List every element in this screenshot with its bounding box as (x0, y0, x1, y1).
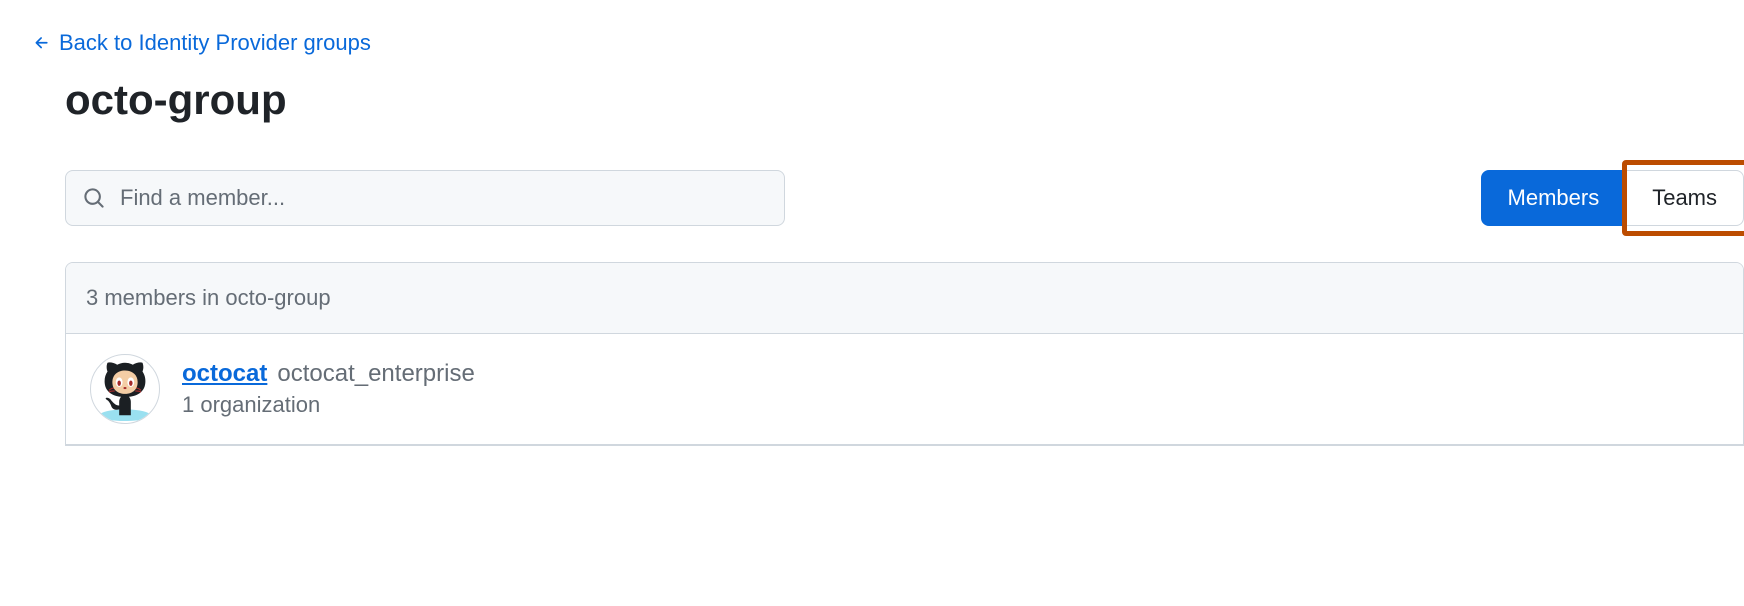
search-input[interactable] (65, 170, 785, 226)
controls-row: Members Teams (33, 170, 1744, 226)
member-meta: 1 organization (182, 392, 475, 418)
arrow-left-icon (33, 34, 51, 52)
tab-group: Members Teams (1481, 170, 1744, 226)
tab-teams[interactable]: Teams (1626, 170, 1744, 226)
member-fullname: octocat_enterprise (277, 360, 474, 388)
member-info: octocat octocat_enterprise 1 organizatio… (182, 360, 475, 418)
tab-members[interactable]: Members (1481, 170, 1627, 226)
search-icon (83, 187, 105, 209)
members-list: 3 members in octo-group oct (65, 262, 1744, 446)
list-header: 3 members in octo-group (66, 263, 1743, 334)
search-wrap (65, 170, 785, 226)
back-link[interactable]: Back to Identity Provider groups (33, 30, 371, 56)
list-item: octocat octocat_enterprise 1 organizatio… (66, 334, 1743, 445)
member-name-row: octocat octocat_enterprise (182, 360, 475, 388)
member-username-link[interactable]: octocat (182, 360, 267, 388)
page-title: octo-group (33, 76, 1744, 124)
avatar (90, 354, 160, 424)
back-link-label: Back to Identity Provider groups (59, 30, 371, 56)
octocat-icon (91, 354, 159, 424)
